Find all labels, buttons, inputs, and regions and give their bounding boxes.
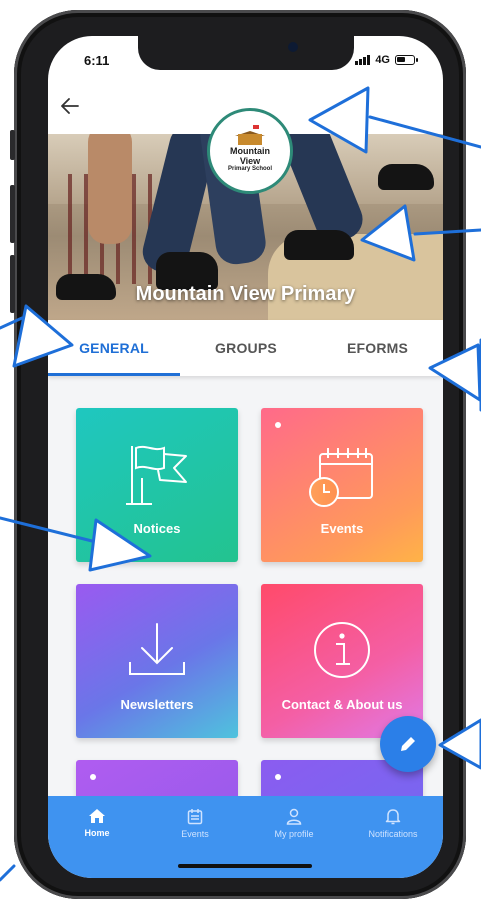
network-type: 4G	[375, 54, 390, 66]
nav-notifications-label: Notifications	[368, 829, 418, 839]
unread-dot	[275, 422, 281, 428]
unread-dot	[90, 774, 96, 780]
compose-fab-button[interactable]	[380, 716, 436, 772]
home-icon	[89, 809, 105, 823]
nav-home[interactable]: Home	[48, 808, 146, 852]
annotation-arrow-fab	[468, 724, 481, 737]
unread-dot	[275, 774, 281, 780]
school-logo: Mountain View Primary School	[207, 108, 293, 194]
calendar-clock-icon	[309, 448, 373, 507]
phone-notch	[138, 36, 354, 70]
nav-events-label: Events	[181, 829, 209, 839]
tab-groups[interactable]: GROUPS	[180, 320, 312, 376]
notices-label: Notices	[133, 521, 181, 536]
bell-icon	[385, 809, 401, 825]
download-icon	[129, 623, 185, 675]
calendar-icon	[187, 809, 203, 825]
nav-home-label: Home	[84, 828, 110, 838]
user-icon	[286, 808, 302, 825]
flag-icon	[126, 445, 187, 505]
newsletters-tile[interactable]: Newsletters	[76, 584, 238, 738]
phone-volume-down-button	[10, 255, 15, 313]
home-indicator	[178, 864, 312, 868]
camera-icon	[288, 42, 298, 52]
nav-my-profile-label: My profile	[274, 829, 314, 839]
phone-screen: 6:11 4G Mountain View Primary Mountain V…	[48, 36, 443, 878]
school-building-icon	[235, 125, 265, 146]
signal-icon	[355, 55, 371, 65]
pencil-icon	[401, 737, 415, 751]
newsletters-label: Newsletters	[120, 697, 194, 712]
tab-eforms[interactable]: EFORMS	[312, 320, 443, 376]
phone-side-button	[10, 130, 15, 160]
nav-events[interactable]: Events	[146, 808, 244, 852]
back-arrow-icon[interactable]	[56, 92, 84, 120]
status-indicators: 4G	[355, 54, 418, 66]
school-logo-line-2: View	[239, 155, 261, 166]
school-logo-line-3: Primary School	[227, 166, 272, 173]
status-time: 6:11	[84, 52, 110, 68]
contact-about-label: Contact & About us	[281, 697, 403, 712]
contact-about-tile[interactable]: Contact & About us	[261, 584, 423, 738]
tab-general[interactable]: GENERAL	[48, 320, 180, 376]
bottom-navigation: Home Events My profile Notifications	[48, 796, 443, 878]
tab-bar: GENERAL GROUPS EFORMS	[48, 320, 443, 376]
active-tab-indicator	[48, 373, 180, 376]
annotation-arrow-bottom-nav	[0, 864, 16, 882]
battery-icon	[395, 55, 418, 65]
events-label: Events	[320, 521, 364, 536]
phone-volume-up-button	[10, 185, 15, 243]
partial-tile[interactable]	[76, 760, 238, 796]
school-name: Mountain View Primary	[135, 283, 356, 305]
notices-tile[interactable]: Notices	[76, 408, 238, 562]
events-tile[interactable]: Events	[261, 408, 423, 562]
nav-my-profile[interactable]: My profile	[245, 808, 343, 852]
nav-notifications[interactable]: Notifications	[344, 808, 442, 852]
info-icon	[314, 622, 370, 678]
